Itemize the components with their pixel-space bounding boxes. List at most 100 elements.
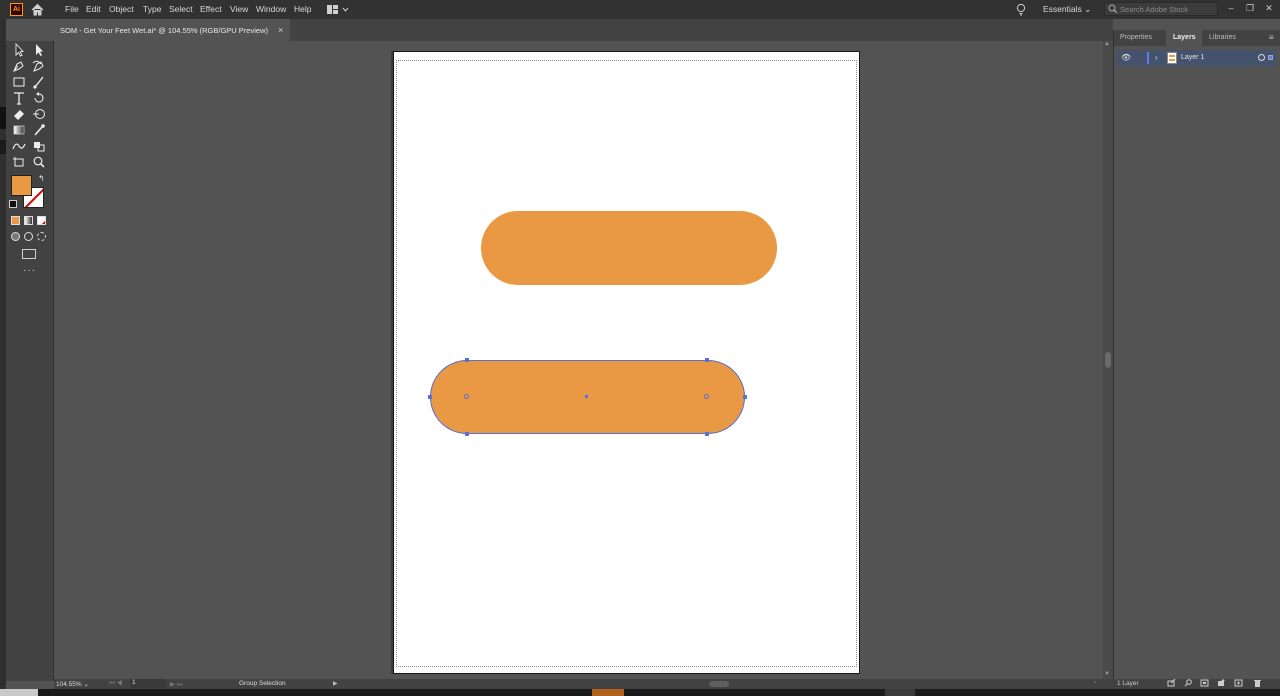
stock-search-input[interactable] bbox=[1120, 4, 1215, 14]
horizontal-scrollbar-thumb[interactable] bbox=[709, 681, 729, 687]
clipping-mask-icon[interactable] bbox=[1200, 679, 1209, 687]
none-mode-icon[interactable] bbox=[37, 216, 46, 225]
layer-count: 1 Layer bbox=[1117, 680, 1139, 687]
new-layer-icon[interactable] bbox=[1234, 679, 1243, 687]
eraser-tool-icon[interactable] bbox=[11, 107, 27, 121]
export-icon[interactable] bbox=[1167, 679, 1176, 687]
gradient-tool-icon[interactable] bbox=[11, 123, 27, 137]
warp-tool-icon[interactable] bbox=[31, 107, 47, 121]
scroll-up-icon[interactable]: ▲ bbox=[1104, 41, 1110, 47]
selection-tool-icon[interactable] bbox=[11, 43, 27, 57]
delete-layer-icon[interactable] bbox=[1253, 679, 1262, 687]
new-sublayer-icon[interactable] bbox=[1217, 679, 1226, 687]
gradient-mode-icon[interactable] bbox=[24, 216, 33, 225]
scrollbar-thumb[interactable] bbox=[1105, 352, 1111, 368]
menu-file[interactable]: File bbox=[65, 4, 79, 14]
restore-icon[interactable]: ❐ bbox=[1243, 2, 1257, 15]
menu-edit[interactable]: Edit bbox=[86, 4, 101, 14]
lightbulb-icon[interactable] bbox=[1015, 3, 1027, 16]
home-icon[interactable] bbox=[31, 3, 44, 16]
minimize-icon[interactable]: ‒ bbox=[1224, 2, 1238, 15]
center-point[interactable] bbox=[585, 395, 588, 398]
fill-color-swatch[interactable] bbox=[11, 175, 32, 196]
tab-libraries[interactable]: Libraries bbox=[1209, 34, 1236, 41]
rounded-rectangle-shape[interactable] bbox=[481, 211, 777, 285]
default-fill-stroke-icon[interactable] bbox=[9, 200, 17, 208]
menu-type[interactable]: Type bbox=[143, 4, 161, 14]
anchor-point[interactable] bbox=[743, 395, 747, 399]
scroll-down-icon[interactable]: ▼ bbox=[1104, 671, 1110, 677]
rectangle-tool-icon[interactable] bbox=[11, 75, 27, 89]
layer-color-bar bbox=[1147, 52, 1149, 64]
live-corner-widget[interactable] bbox=[464, 394, 469, 399]
vertical-scrollbar[interactable]: ▲ ▼ bbox=[1103, 41, 1113, 679]
color-mode-icon[interactable] bbox=[11, 216, 20, 225]
curvature-tool-icon[interactable] bbox=[31, 59, 47, 73]
zoom-tool-icon[interactable] bbox=[31, 155, 47, 169]
layer-row[interactable]: 👁 › Layer 1 bbox=[1117, 50, 1276, 66]
workspace-switcher[interactable]: Essentials ⌄ bbox=[1043, 4, 1091, 15]
illustrator-logo[interactable]: Ai bbox=[10, 3, 23, 16]
document-tab[interactable]: SOM - Get Your Feet Wet.ai* @ 104.55% (R… bbox=[54, 19, 290, 41]
anchor-point[interactable] bbox=[428, 395, 432, 399]
zoom-level-select[interactable]: 104.55% ⌄ bbox=[56, 680, 100, 689]
workspace-label: Essentials bbox=[1043, 4, 1082, 14]
artboard-prev-icon[interactable]: ⏮ ◀ bbox=[109, 680, 122, 688]
menu-window[interactable]: Window bbox=[256, 4, 286, 14]
draw-inside-icon[interactable] bbox=[37, 232, 46, 241]
blend-tool-icon[interactable] bbox=[11, 139, 27, 153]
direct-selection-tool-icon[interactable] bbox=[31, 43, 47, 57]
status-text[interactable]: Group Selection bbox=[239, 680, 286, 687]
os-taskbar bbox=[0, 689, 1280, 696]
artboard-next-icon[interactable]: ▶ ⏭ bbox=[170, 680, 183, 689]
panel-menu-icon[interactable]: ≡ bbox=[1269, 33, 1274, 42]
draw-behind-icon[interactable] bbox=[24, 232, 33, 241]
screen-mode-icon[interactable] bbox=[22, 249, 36, 259]
taskbar-item[interactable] bbox=[0, 689, 38, 696]
layers-panel: Properties Layers Libraries ≡ 👁 › Layer … bbox=[1113, 30, 1280, 681]
menu-bar: Ai File Edit Object Type Select Effect V… bbox=[0, 0, 1280, 19]
swap-fill-stroke-icon[interactable]: ↰ bbox=[38, 174, 45, 183]
menu-view[interactable]: View bbox=[230, 4, 248, 14]
menu-object[interactable]: Object bbox=[109, 4, 134, 14]
pen-tool-icon[interactable] bbox=[11, 59, 27, 73]
edit-toolbar-icon[interactable]: ··· bbox=[23, 265, 36, 276]
tab-layers[interactable]: Layers bbox=[1173, 34, 1196, 41]
status-bar: 104.55% ⌄ ⏮ ◀ 1 ▶ ⏭ Group Selection ▶ › bbox=[54, 679, 1113, 689]
tab-properties[interactable]: Properties bbox=[1120, 34, 1152, 41]
expand-layer-icon[interactable]: › bbox=[1155, 53, 1158, 62]
scroll-right-icon[interactable]: › bbox=[1094, 680, 1096, 686]
anchor-point[interactable] bbox=[705, 358, 709, 362]
rotate-tool-icon[interactable] bbox=[31, 91, 47, 105]
close-tab-icon[interactable]: × bbox=[278, 25, 283, 35]
layer-name[interactable]: Layer 1 bbox=[1181, 54, 1204, 61]
document-tab-bar: SOM - Get Your Feet Wet.ai* @ 104.55% (R… bbox=[54, 19, 1113, 41]
layer-selection-indicator[interactable] bbox=[1268, 55, 1273, 60]
artboard[interactable] bbox=[393, 51, 860, 674]
anchor-point[interactable] bbox=[465, 432, 469, 436]
stock-search[interactable] bbox=[1104, 2, 1218, 16]
menu-effect[interactable]: Effect bbox=[200, 4, 222, 14]
live-corner-widget[interactable] bbox=[704, 394, 709, 399]
menu-select[interactable]: Select bbox=[169, 4, 193, 14]
status-menu-icon[interactable]: ▶ bbox=[333, 680, 338, 687]
locate-object-icon[interactable] bbox=[1184, 679, 1193, 687]
anchor-point[interactable] bbox=[705, 432, 709, 436]
menu-help[interactable]: Help bbox=[294, 4, 311, 14]
anchor-point[interactable] bbox=[465, 358, 469, 362]
draw-normal-icon[interactable] bbox=[11, 232, 20, 241]
layer-target-icon[interactable] bbox=[1258, 54, 1265, 61]
paintbrush-tool-icon[interactable] bbox=[31, 75, 47, 89]
document-tab-title: SOM - Get Your Feet Wet.ai* @ 104.55% (R… bbox=[60, 26, 268, 35]
eyedropper-tool-icon[interactable] bbox=[31, 123, 47, 137]
taskbar-item[interactable] bbox=[885, 689, 915, 696]
arrange-documents-icon[interactable] bbox=[326, 4, 350, 15]
taskbar-illustrator-item[interactable] bbox=[592, 689, 624, 696]
artboard-tool-icon[interactable] bbox=[11, 155, 27, 169]
type-tool-icon[interactable] bbox=[11, 91, 27, 105]
canvas[interactable] bbox=[54, 41, 1103, 679]
close-window-icon[interactable]: ✕ bbox=[1262, 2, 1276, 15]
live-paint-tool-icon[interactable] bbox=[31, 139, 47, 153]
artboard-number-select[interactable]: 1 bbox=[130, 679, 166, 688]
visibility-eye-icon[interactable]: 👁 bbox=[1121, 53, 1131, 62]
